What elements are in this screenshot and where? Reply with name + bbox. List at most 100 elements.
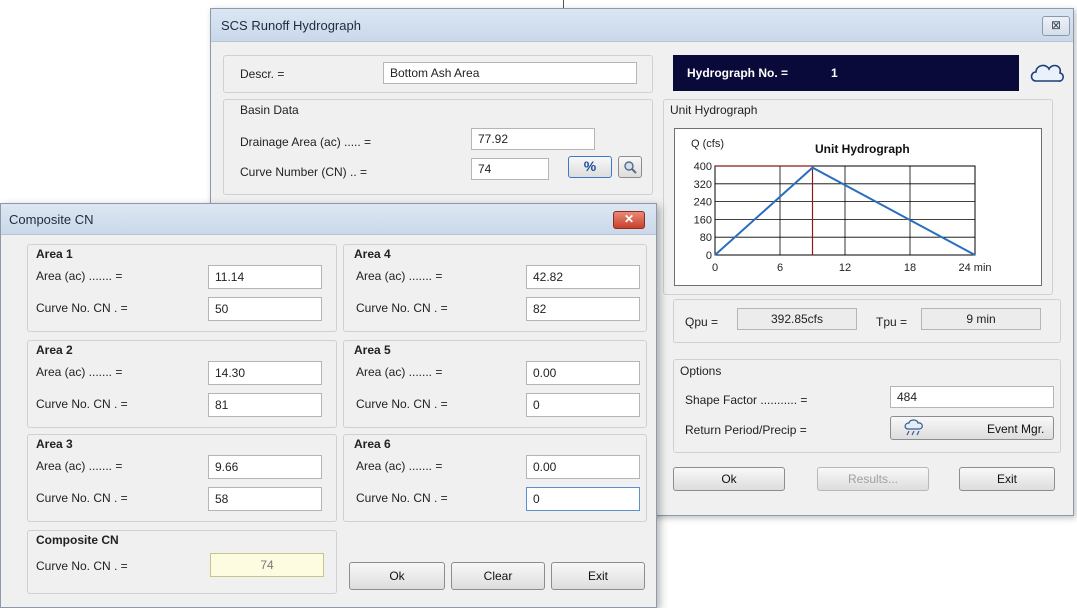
results-button[interactable]: Results... (817, 467, 929, 491)
area-4-area-label: Area (ac) ....... = (356, 269, 443, 283)
composite-cn-title: Composite CN (36, 533, 119, 547)
area-2-group: Area 2 Area (ac) ....... = 14.30 Curve N… (27, 340, 337, 428)
main-ok-button[interactable]: Ok (673, 467, 785, 491)
composite-cn-group: Composite CN Curve No. CN . = 74 (27, 530, 337, 594)
cloud-icon (1028, 57, 1066, 90)
area-1-area-label: Area (ac) ....... = (36, 269, 123, 283)
area-1-title: Area 1 (36, 247, 73, 261)
tpu-value: 9 min (921, 308, 1041, 330)
unit-hydrograph-panel-title: Unit Hydrograph (670, 103, 758, 117)
area-2-area-label: Area (ac) ....... = (36, 365, 123, 379)
area-2-cn-label: Curve No. CN . = (36, 397, 128, 411)
area-4-title: Area 4 (354, 247, 391, 261)
area-5-cn-label: Curve No. CN . = (356, 397, 448, 411)
area-6-title: Area 6 (354, 437, 391, 451)
dialog-clear-button[interactable]: Clear (451, 562, 545, 590)
main-exit-button[interactable]: Exit (959, 467, 1055, 491)
area-3-area-input[interactable]: 9.66 (208, 455, 322, 479)
hydrograph-no-value: 1 (831, 66, 838, 80)
lookup-button[interactable] (618, 156, 642, 178)
basin-data-panel: Basin Data Drainage Area (ac) ..... = 77… (223, 99, 653, 195)
chart-title: Unit Hydrograph (815, 142, 910, 156)
qpu-label: Qpu = (685, 315, 719, 329)
main-titlebar: SCS Runoff Hydrograph ⊠ (211, 9, 1073, 42)
drainage-area-label: Drainage Area (ac) ..... = (240, 135, 372, 149)
composite-cn-dialog: Composite CN ✕ Area 1 Area (ac) ....... … (0, 203, 657, 608)
area-6-cn-label: Curve No. CN . = (356, 491, 448, 505)
close-icon: ✕ (623, 212, 635, 226)
rain-cloud-icon (904, 419, 923, 436)
x-tick-label: 18 (904, 262, 916, 274)
area-2-area-input[interactable]: 14.30 (208, 361, 322, 385)
percent-icon: % (583, 158, 597, 174)
close-icon: ⊠ (1050, 18, 1062, 32)
area-2-title: Area 2 (36, 343, 73, 357)
return-period-label: Return Period/Precip = (685, 423, 807, 437)
y-tick-label: 400 (694, 161, 712, 173)
descr-label: Descr. = (240, 67, 285, 81)
area-6-area-input[interactable]: 0.00 (526, 455, 640, 479)
y-tick-label: 0 (706, 250, 712, 262)
composite-cn-value: 74 (210, 553, 324, 577)
main-close-button[interactable]: ⊠ (1042, 16, 1070, 36)
curve-number-label: Curve Number (CN) .. = (240, 165, 368, 179)
chart-frame: 0 80 160 240 320 400 0 6 12 18 24 min Unit Hydrogra… (674, 128, 1042, 286)
area-4-group: Area 4 Area (ac) ....... = 42.82 Curve N… (343, 244, 647, 332)
area-3-area-label: Area (ac) ....... = (36, 459, 123, 473)
unit-hydrograph-panel: Unit Hydrograph 0 80 160 240 320 400 0 6 12 18 24 … (663, 99, 1053, 295)
qpu-value: 392.85cfs (737, 308, 857, 330)
area-5-cn-input[interactable]: 0 (526, 393, 640, 417)
tpu-label: Tpu = (876, 315, 908, 329)
area-2-cn-input[interactable]: 81 (208, 393, 322, 417)
y-axis-label: Q (cfs) (691, 138, 724, 150)
divider-tick (563, 0, 564, 8)
event-manager-button[interactable]: Event Mgr. (890, 416, 1054, 440)
dialog-exit-button[interactable]: Exit (551, 562, 645, 590)
area-1-cn-input[interactable]: 50 (208, 297, 322, 321)
composite-cn-label: Curve No. CN . = (36, 559, 128, 573)
area-3-cn-input[interactable]: 58 (208, 487, 322, 511)
area-1-area-input[interactable]: 11.14 (208, 265, 322, 289)
area-4-area-input[interactable]: 42.82 (526, 265, 640, 289)
y-tick-label: 160 (694, 214, 712, 226)
peak-results-panel: Qpu = 392.85cfs Tpu = 9 min (673, 299, 1061, 343)
area-3-group: Area 3 Area (ac) ....... = 9.66 Curve No… (27, 434, 337, 522)
y-tick-label: 320 (694, 179, 712, 191)
area-3-cn-label: Curve No. CN . = (36, 491, 128, 505)
area-1-cn-label: Curve No. CN . = (36, 301, 128, 315)
dialog-ok-button[interactable]: Ok (349, 562, 445, 590)
area-5-area-label: Area (ac) ....... = (356, 365, 443, 379)
hydrograph-number-banner: Hydrograph No. = 1 (673, 55, 1019, 91)
hydrograph-no-label: Hydrograph No. = (687, 66, 789, 80)
area-4-cn-input[interactable]: 82 (526, 297, 640, 321)
area-6-group: Area 6 Area (ac) ....... = 0.00 Curve No… (343, 434, 647, 522)
main-window-title: SCS Runoff Hydrograph (221, 18, 361, 33)
x-tick-label: 0 (712, 262, 718, 274)
x-tick-label: 12 (839, 262, 851, 274)
area-6-area-label: Area (ac) ....... = (356, 459, 443, 473)
descr-input[interactable]: Bottom Ash Area (383, 62, 637, 84)
area-5-area-input[interactable]: 0.00 (526, 361, 640, 385)
area-6-cn-input[interactable]: 0 (526, 487, 640, 511)
curve-number-input[interactable]: 74 (471, 158, 549, 180)
options-panel: Options Shape Factor ........... = 484 R… (673, 359, 1061, 453)
y-tick-label: 240 (694, 197, 712, 209)
y-tick-label: 80 (700, 232, 712, 244)
magnifier-icon (624, 161, 637, 174)
area-4-cn-label: Curve No. CN . = (356, 301, 448, 315)
shape-factor-label: Shape Factor ........... = (685, 393, 808, 407)
descr-panel: Descr. = Bottom Ash Area (223, 55, 653, 93)
x-tick-label: 6 (777, 262, 783, 274)
dialog-close-button[interactable]: ✕ (613, 211, 645, 229)
area-1-group: Area 1 Area (ac) ....... = 11.14 Curve N… (27, 244, 337, 332)
unit-hydrograph-chart: 0 80 160 240 320 400 0 6 12 18 24 min Unit Hydrogra… (691, 138, 992, 274)
options-title: Options (680, 364, 722, 378)
event-manager-label: Event Mgr. (987, 422, 1045, 436)
x-tick-label: 24 min (958, 262, 991, 274)
dialog-title: Composite CN (9, 212, 94, 227)
area-3-title: Area 3 (36, 437, 73, 451)
composite-cn-button[interactable]: % (568, 156, 612, 178)
drainage-area-input[interactable]: 77.92 (471, 128, 595, 150)
basin-data-title: Basin Data (240, 103, 299, 117)
shape-factor-input[interactable]: 484 (890, 386, 1054, 408)
